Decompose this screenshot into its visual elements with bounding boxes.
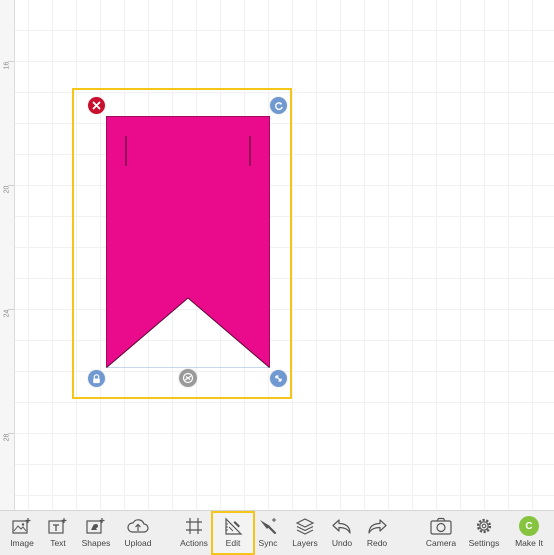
settings-button-label: Settings [468, 538, 500, 548]
vertical-ruler: 16 20 24 28 [0, 0, 15, 510]
lock-handle[interactable] [88, 370, 105, 387]
layers-button-label: Layers [292, 538, 318, 548]
actions-icon [186, 518, 202, 534]
resize-handle[interactable] [270, 370, 287, 387]
ruler-label-24: 24 [3, 309, 11, 318]
upload-button-label: Upload [124, 538, 152, 548]
image-button-label: Image [10, 538, 34, 548]
rotate-handle[interactable] [270, 97, 287, 114]
rotate-icon [274, 101, 283, 110]
lock-icon [93, 373, 100, 383]
ruler-label-28: 28 [3, 433, 11, 442]
ruler-label-20: 20 [3, 185, 11, 194]
close-icon [92, 101, 101, 110]
shapes-button-label: Shapes [81, 538, 111, 548]
make-it-button-label: Make It [515, 538, 543, 548]
settings-button[interactable]: Settings [462, 511, 506, 555]
make-it-button[interactable]: C Make It [507, 511, 551, 555]
camera-button[interactable]: Camera [419, 511, 463, 555]
redo-icon [368, 519, 387, 534]
image-add-icon [12, 518, 31, 534]
actions-button[interactable]: Actions [172, 511, 216, 555]
make-it-icon: C [519, 516, 539, 536]
edit-button-label: Edit [225, 538, 241, 548]
sync-brush-icon [260, 518, 277, 535]
camera-icon [430, 517, 452, 535]
undo-button-label: Undo [331, 538, 353, 548]
attach-icon [182, 372, 194, 384]
text-button-label: Text [50, 538, 66, 548]
bottom-toolbar: Image Text Shapes Upload Actions Edit Sy… [0, 510, 554, 555]
selection-box[interactable] [72, 88, 292, 399]
shapes-icon [86, 518, 105, 534]
camera-button-label: Camera [425, 538, 457, 548]
redo-button-label: Redo [366, 538, 388, 548]
shapes-button[interactable]: Shapes [74, 511, 118, 555]
redo-button[interactable]: Redo [355, 511, 399, 555]
actions-button-label: Actions [180, 538, 208, 548]
edit-ruler-icon [225, 517, 243, 535]
upload-cloud-icon [127, 519, 149, 533]
delete-handle[interactable] [88, 97, 105, 114]
layers-icon [295, 518, 315, 535]
settings-gear-icon [476, 518, 492, 534]
upload-button[interactable]: Upload [116, 511, 160, 555]
undo-icon [332, 519, 351, 534]
sync-button-label: Sync [258, 538, 278, 548]
text-add-icon [48, 518, 67, 534]
ruler-label-16: 16 [3, 61, 11, 70]
resize-icon [275, 375, 282, 382]
layer-handle[interactable] [179, 369, 197, 387]
